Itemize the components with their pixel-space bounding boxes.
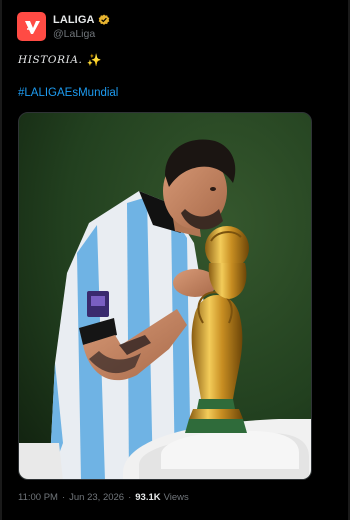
account-handle[interactable]: @LaLiga — [53, 27, 110, 41]
meta-separator-2: · — [128, 492, 132, 503]
display-name[interactable]: LALIGA — [53, 13, 95, 27]
tweet-text-main: HISTORIA. — [18, 54, 83, 66]
tweet-date[interactable]: Jun 23, 2026 — [69, 492, 124, 503]
sparkles-emoji: ✨ — [86, 53, 102, 67]
tweet-text: HISTORIA. ✨ — [18, 52, 101, 68]
tweet-time[interactable]: 11:00 PM — [18, 492, 58, 503]
account-names: LALIGA @LaLiga — [53, 13, 110, 41]
meta-separator: · — [61, 492, 66, 503]
views-label: Views — [163, 492, 189, 503]
views-count: 93.1K — [135, 492, 161, 503]
frame-left-edge — [0, 0, 2, 520]
hashtag-link[interactable]: #LALIGAEsMundial — [18, 87, 118, 99]
tweet-meta: 11:00 PM · Jun 23, 2026 · 93.1K Views — [18, 492, 189, 503]
tweet-media-image[interactable] — [18, 112, 312, 480]
laliga-logo-icon[interactable] — [17, 12, 46, 41]
tweet-header: LALIGA @LaLiga — [17, 12, 110, 41]
verified-badge-icon[interactable] — [98, 14, 110, 26]
